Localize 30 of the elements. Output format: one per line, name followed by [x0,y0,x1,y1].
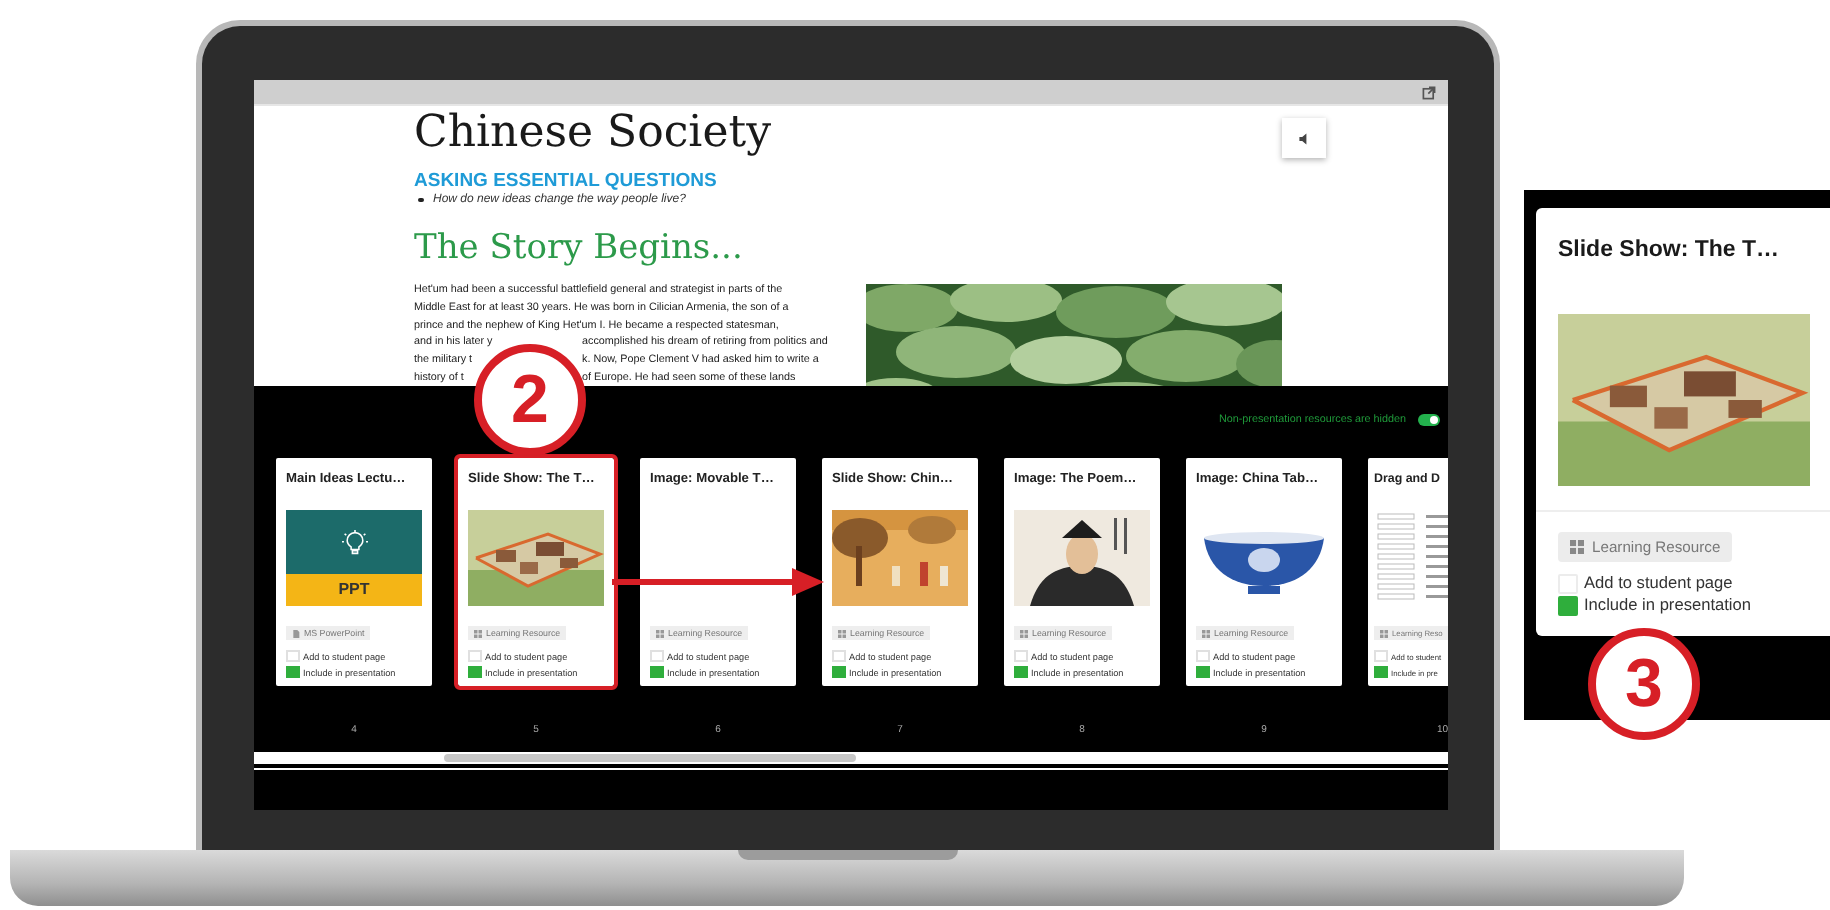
story-heading: The Story Begins... [414,226,745,270]
audio-button[interactable] [1282,118,1326,158]
lightbulb-icon [341,529,367,555]
grid-icon [1020,629,1028,637]
checkbox[interactable] [468,665,481,679]
grid-icon [838,629,846,637]
checkbox[interactable] [832,665,845,679]
checkbox[interactable] [1374,665,1387,679]
checkbox[interactable] [286,665,299,679]
checkbox[interactable] [1558,595,1578,615]
grid-icon [1570,540,1584,554]
grid-icon [1380,629,1388,637]
thumbnail-label: PPT [286,574,422,606]
checkbox-label: Include in presentation [1584,594,1751,616]
document-title: Chinese Society [414,108,771,160]
checkbox[interactable] [1014,665,1027,679]
card-title: Slide Show: The T… [1558,238,1782,266]
scrollbar[interactable] [254,752,1448,764]
speaker-icon [1297,131,1311,145]
grid-icon [474,629,482,637]
bullet-icon [418,197,423,203]
grid-icon [656,629,664,637]
document-icon [292,629,300,637]
toggle-switch[interactable] [1418,414,1440,426]
grid-icon [1202,629,1210,637]
checkbox-label: Add to student page [1584,572,1733,594]
section-heading: ASKING ESSENTIAL QUESTIONS [414,170,719,192]
checkbox[interactable] [1196,665,1209,679]
checkbox[interactable] [650,665,663,679]
external-link-icon[interactable] [1422,85,1436,99]
